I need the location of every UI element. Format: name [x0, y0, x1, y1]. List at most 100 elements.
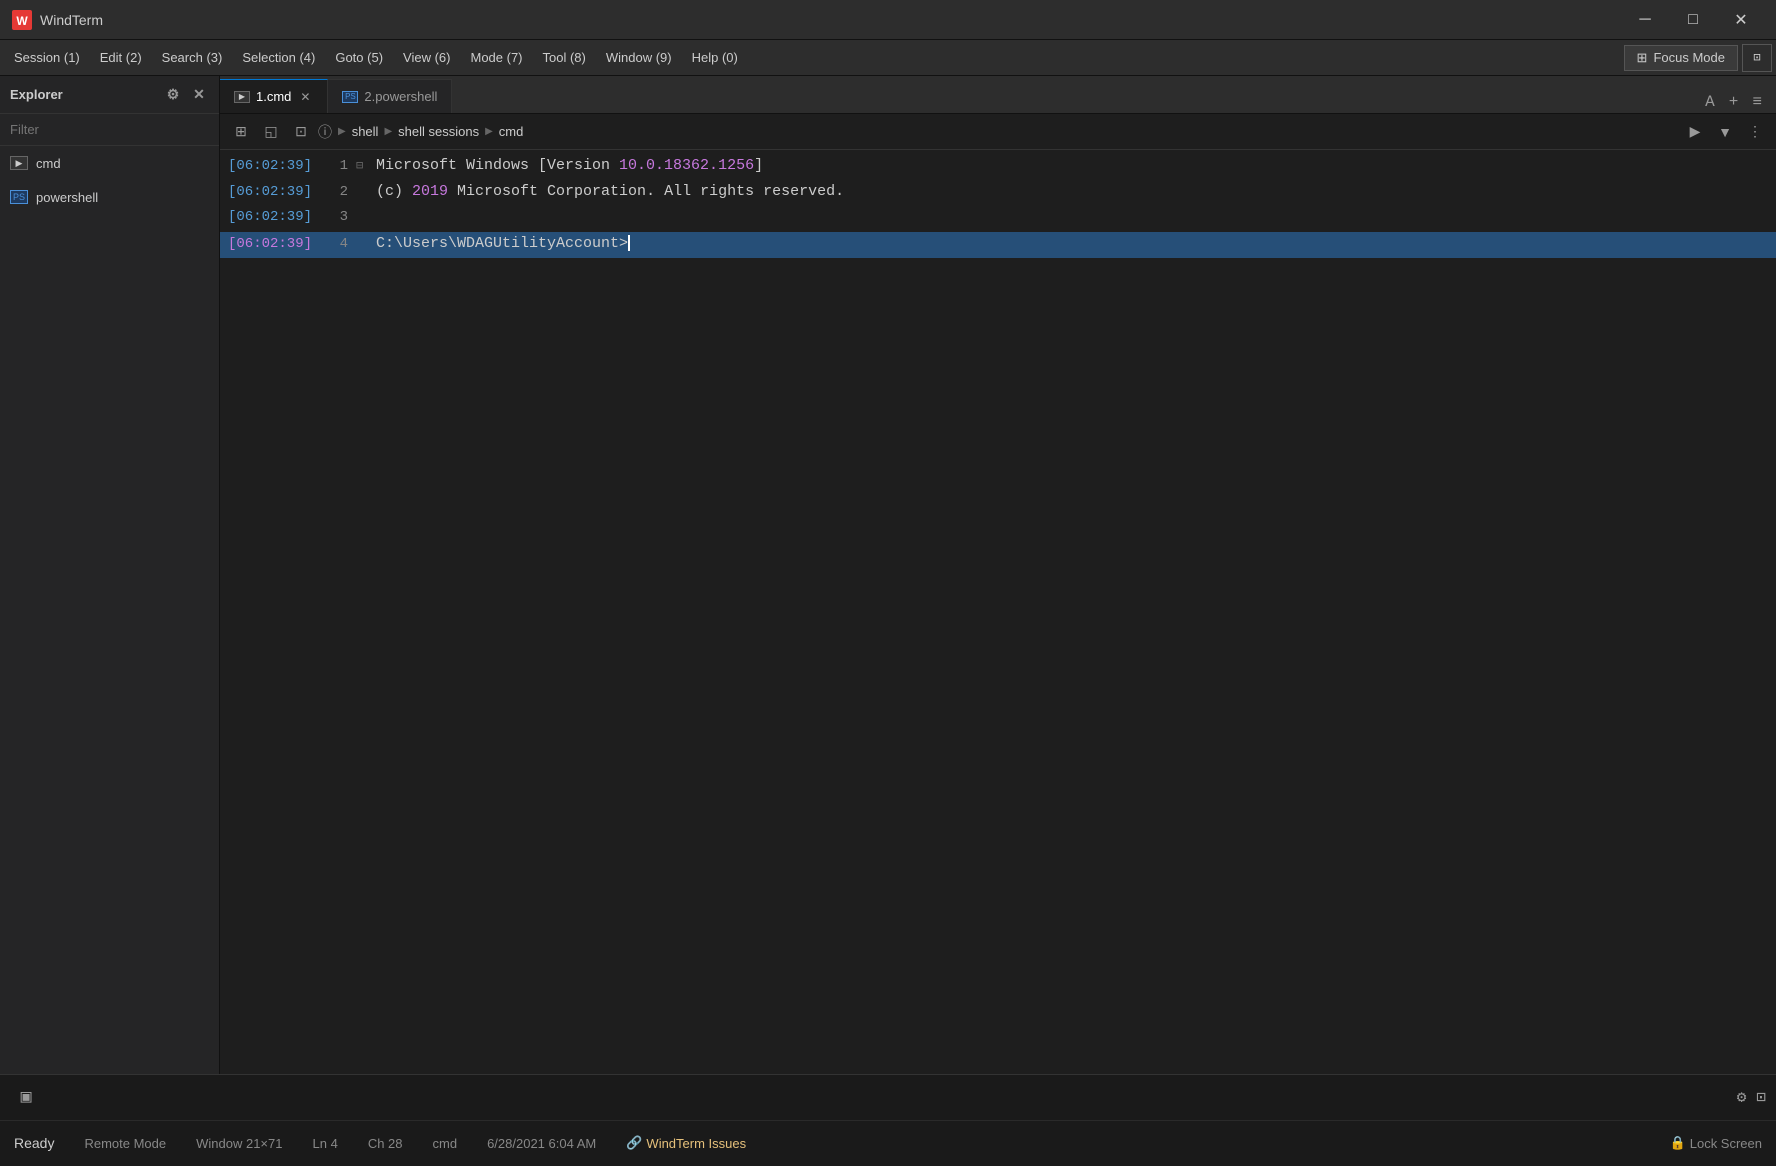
cmd-icon: ▶ [10, 156, 28, 170]
status-datetime: 6/28/2021 6:04 AM [487, 1136, 596, 1151]
status-bar: ▣ ⚙ ⊡ Ready Remote Mode Window 21×71 Ln … [0, 1074, 1776, 1166]
linenum-2: 2 [320, 181, 356, 203]
toolbar-right: ▶ ▼ ⋮ [1682, 120, 1768, 144]
status-info-row: Ready Remote Mode Window 21×71 Ln 4 Ch 2… [0, 1121, 1776, 1166]
status-shell-type: cmd [433, 1136, 458, 1151]
linenum-1: 1 [320, 155, 356, 177]
minimize-button[interactable]: ─ [1622, 4, 1668, 36]
sidebar-close-icon[interactable]: ✕ [189, 85, 209, 105]
app-logo: W [12, 10, 32, 30]
sidebar-header-icons: ⚙ ✕ [163, 85, 209, 105]
title-bar: W WindTerm ─ □ ✕ [0, 0, 1776, 40]
sidebar-item-cmd[interactable]: ▶ cmd [0, 146, 219, 180]
timestamp-3: [06:02:39] [220, 206, 320, 228]
menu-goto[interactable]: Goto (5) [325, 46, 393, 69]
status-remote-mode: Remote Mode [84, 1136, 166, 1151]
focus-mode-button[interactable]: ⊞ Focus Mode [1624, 45, 1738, 71]
status-ready: Ready [14, 1135, 54, 1151]
cursor [628, 235, 630, 251]
font-size-button[interactable]: A [1701, 91, 1719, 113]
maximize-button[interactable]: □ [1670, 4, 1716, 36]
status-line-number: Ln 4 [313, 1136, 338, 1151]
breadcrumb: ⓘ ▶ shell ▶ shell sessions ▶ cmd [318, 120, 1678, 144]
linenum-3: 3 [320, 206, 356, 228]
tab-menu-button[interactable]: ≡ [1748, 91, 1766, 113]
more-button[interactable]: ⋮ [1742, 120, 1768, 144]
sidebar-toggle-icon[interactable]: ▣ [10, 1081, 42, 1113]
status-right-icons: ⚙ ⊡ [1737, 1087, 1766, 1107]
menu-mode[interactable]: Mode (7) [460, 46, 532, 69]
tab-powershell[interactable]: PS 2.powershell [328, 79, 452, 113]
tab-cmd-label: 1.cmd [256, 89, 291, 104]
line-content-2: (c) 2019 Microsoft Corporation. All righ… [372, 180, 1776, 204]
menu-help[interactable]: Help (0) [682, 46, 748, 69]
status-column-number: Ch 28 [368, 1136, 403, 1151]
info-button[interactable]: ⓘ [318, 120, 332, 144]
issues-label: WindTerm Issues [646, 1136, 746, 1151]
status-lock-screen[interactable]: 🔒 Lock Screen [1670, 1135, 1762, 1151]
menu-session[interactable]: Session (1) [4, 46, 90, 69]
sidebar: Explorer ⚙ ✕ ▶ cmd PS powershell [0, 76, 220, 1074]
settings-gear-icon[interactable]: ⚙ [1737, 1087, 1747, 1107]
tab-ps-label: 2.powershell [364, 89, 437, 104]
breadcrumb-sep3: ▶ [485, 126, 493, 137]
terminal-line-4: [06:02:39] 4 C:\Users\WDAGUtilityAccount… [220, 232, 1776, 258]
new-terminal-button[interactable]: ⊞ [228, 120, 254, 144]
status-icons-row: ▣ ⚙ ⊡ [0, 1075, 1776, 1121]
breadcrumb-sep1: ▶ [338, 126, 346, 137]
menu-bar: Session (1) Edit (2) Search (3) Selectio… [0, 40, 1776, 76]
menu-edit[interactable]: Edit (2) [90, 46, 152, 69]
breadcrumb-sessions: shell sessions [398, 124, 479, 139]
maximize-panel-button[interactable]: ⊡ [1742, 44, 1772, 72]
app-title: WindTerm [40, 12, 1622, 28]
line-content-1: Microsoft Windows [Version 10.0.18362.12… [372, 154, 1776, 178]
sidebar-item-cmd-label: cmd [36, 156, 61, 171]
filter-input[interactable] [0, 114, 219, 146]
new-pane-button[interactable]: ⊡ [288, 120, 314, 144]
main-layout: Explorer ⚙ ✕ ▶ cmd PS powershell ▶ 1.cmd… [0, 76, 1776, 1074]
title-controls: ─ □ ✕ [1622, 4, 1764, 36]
powershell-icon: PS [10, 190, 28, 204]
close-button[interactable]: ✕ [1718, 4, 1764, 36]
lock-icon: 🔒 [1670, 1135, 1686, 1151]
sidebar-item-powershell[interactable]: PS powershell [0, 180, 219, 214]
expand-button[interactable]: ▶ [1682, 120, 1708, 144]
tab-ps-icon: PS [342, 91, 358, 103]
menu-selection[interactable]: Selection (4) [232, 46, 325, 69]
sidebar-header: Explorer ⚙ ✕ [0, 76, 219, 114]
menu-window[interactable]: Window (9) [596, 46, 682, 69]
menu-view[interactable]: View (6) [393, 46, 460, 69]
tab-right-controls: A + ≡ [1691, 91, 1776, 113]
status-issues-link[interactable]: 🔗 WindTerm Issues [626, 1135, 746, 1151]
menu-tool[interactable]: Tool (8) [533, 46, 596, 69]
linenum-4: 4 [320, 233, 356, 255]
terminal-content[interactable]: [06:02:39] 1 ⊟ Microsoft Windows [Versio… [220, 150, 1776, 1074]
sidebar-title: Explorer [10, 87, 163, 102]
issues-icon: 🔗 [626, 1135, 642, 1151]
status-window-size: Window 21×71 [196, 1136, 282, 1151]
new-tab-button[interactable]: + [1725, 91, 1743, 113]
tab-cmd-close[interactable]: ✕ [297, 89, 313, 105]
terminal-line-1: [06:02:39] 1 ⊟ Microsoft Windows [Versio… [220, 154, 1776, 180]
tab-cmd[interactable]: ▶ 1.cmd ✕ [220, 79, 328, 113]
timestamp-1: [06:02:39] [220, 155, 320, 177]
fold-1: ⊟ [356, 157, 372, 176]
tab-cmd-icon: ▶ [234, 91, 250, 103]
breadcrumb-sep2: ▶ [384, 126, 392, 137]
timestamp-4: [06:02:39] [220, 233, 320, 255]
breadcrumb-shell: shell [352, 124, 379, 139]
status-expand-icon[interactable]: ⊡ [1756, 1087, 1766, 1107]
menu-search[interactable]: Search (3) [152, 46, 233, 69]
timestamp-2: [06:02:39] [220, 181, 320, 203]
lock-label: Lock Screen [1690, 1136, 1762, 1151]
focus-icon: ⊞ [1637, 50, 1648, 66]
new-window-button[interactable]: ◱ [258, 120, 284, 144]
toolbar: ⊞ ◱ ⊡ ⓘ ▶ shell ▶ shell sessions ▶ cmd ▶… [220, 114, 1776, 150]
tab-bar: ▶ 1.cmd ✕ PS 2.powershell A + ≡ [220, 76, 1776, 114]
svg-text:W: W [16, 14, 28, 28]
collapse-button[interactable]: ▼ [1712, 120, 1738, 144]
terminal-line-3: [06:02:39] 3 [220, 206, 1776, 232]
sidebar-settings-icon[interactable]: ⚙ [163, 85, 183, 105]
breadcrumb-cmd: cmd [499, 124, 524, 139]
line-content-4: C:\Users\WDAGUtilityAccount> [372, 232, 1776, 256]
